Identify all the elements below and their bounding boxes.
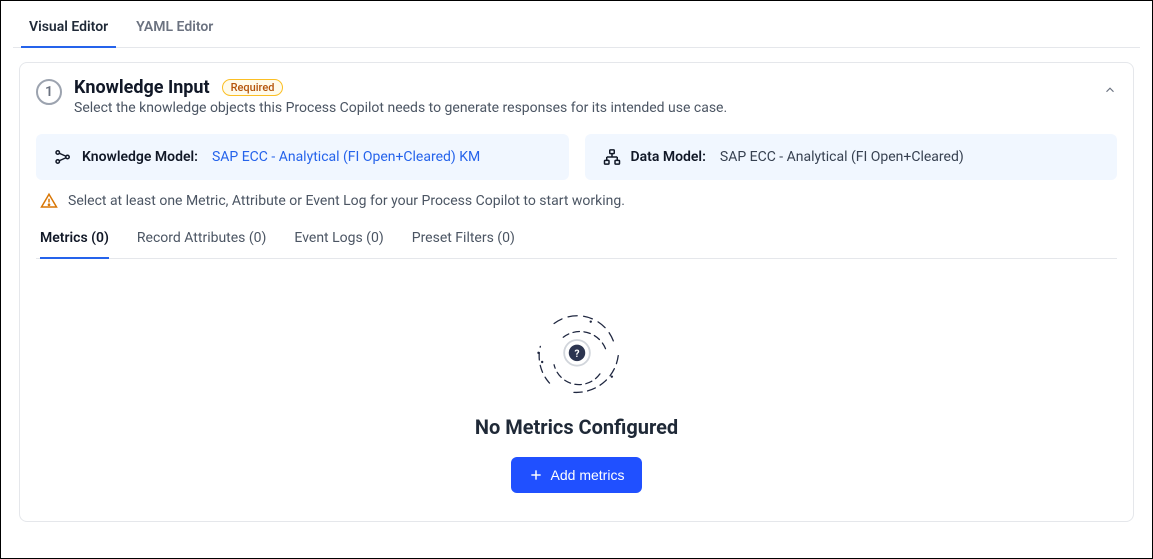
data-model-box[interactable]: Data Model: SAP ECC - Analytical (FI Ope… bbox=[585, 134, 1118, 180]
knowledge-model-box[interactable]: Knowledge Model: SAP ECC - Analytical (F… bbox=[36, 134, 569, 180]
plus-icon bbox=[529, 468, 543, 482]
svg-text:?: ? bbox=[574, 349, 579, 360]
required-badge: Required bbox=[222, 79, 284, 96]
tab-yaml-editor[interactable]: YAML Editor bbox=[132, 9, 217, 47]
warning-icon bbox=[40, 192, 58, 210]
tab-visual-editor[interactable]: Visual Editor bbox=[25, 9, 112, 47]
knowledge-model-icon bbox=[54, 148, 72, 166]
card-header-left: 1 Knowledge Input Required Select the kn… bbox=[36, 77, 727, 116]
step-number-badge: 1 bbox=[36, 79, 62, 105]
add-metrics-label: Add metrics bbox=[551, 467, 625, 483]
data-model-value: SAP ECC - Analytical (FI Open+Cleared) bbox=[720, 149, 964, 165]
empty-state: ? No Metrics Configured Add metrics bbox=[36, 283, 1117, 499]
card-header: 1 Knowledge Input Required Select the kn… bbox=[36, 77, 1117, 116]
empty-state-illustration: ? bbox=[522, 301, 632, 401]
add-metrics-button[interactable]: Add metrics bbox=[511, 457, 643, 493]
editor-mode-tabs: Visual Editor YAML Editor bbox=[13, 9, 1140, 48]
warning-row: Select at least one Metric, Attribute or… bbox=[40, 192, 1117, 210]
data-model-label: Data Model: bbox=[631, 149, 706, 165]
knowledge-model-value[interactable]: SAP ECC - Analytical (FI Open+Cleared) K… bbox=[212, 149, 480, 165]
tab-metrics[interactable]: Metrics (0) bbox=[40, 220, 109, 258]
knowledge-object-tabs: Metrics (0) Record Attributes (0) Event … bbox=[36, 220, 1117, 259]
data-model-icon bbox=[603, 148, 621, 166]
tab-preset-filters[interactable]: Preset Filters (0) bbox=[412, 220, 515, 258]
empty-state-title: No Metrics Configured bbox=[475, 415, 678, 439]
tab-event-logs[interactable]: Event Logs (0) bbox=[294, 220, 383, 258]
card-description: Select the knowledge objects this Proces… bbox=[74, 100, 727, 116]
knowledge-model-label: Knowledge Model: bbox=[82, 149, 198, 165]
model-info-row: Knowledge Model: SAP ECC - Analytical (F… bbox=[36, 134, 1117, 180]
tab-record-attributes[interactable]: Record Attributes (0) bbox=[137, 220, 267, 258]
card-title: Knowledge Input bbox=[74, 77, 210, 98]
collapse-icon[interactable] bbox=[1103, 83, 1117, 97]
warning-text: Select at least one Metric, Attribute or… bbox=[68, 193, 625, 209]
knowledge-input-card: 1 Knowledge Input Required Select the kn… bbox=[19, 62, 1134, 522]
